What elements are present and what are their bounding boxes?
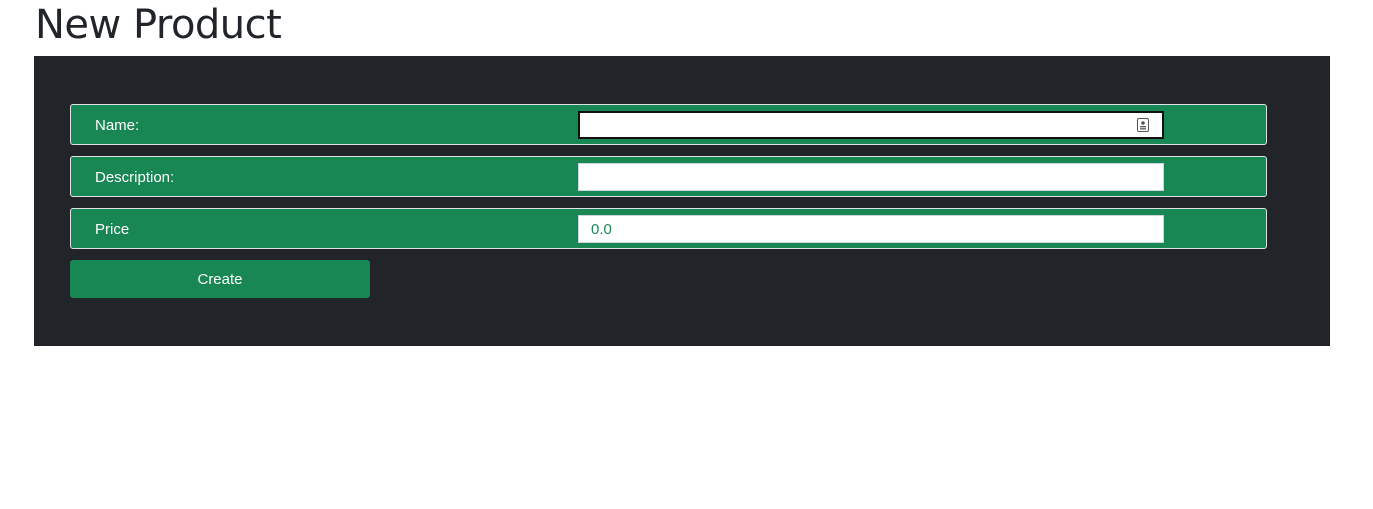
price-label: Price [95,221,130,238]
create-button[interactable]: Create [70,260,370,298]
price-row: Price [70,208,1267,249]
product-form-panel: Name: Description: Price Create [34,56,1330,346]
description-row: Description: [70,156,1267,197]
price-input[interactable] [578,215,1164,243]
name-label: Name: [95,117,140,134]
description-input[interactable] [578,163,1164,191]
name-row: Name: [70,104,1267,145]
page-title: New Product [35,2,282,48]
autofill-contact-icon[interactable] [1137,118,1149,132]
description-label: Description: [95,169,175,186]
name-input[interactable] [578,111,1164,139]
